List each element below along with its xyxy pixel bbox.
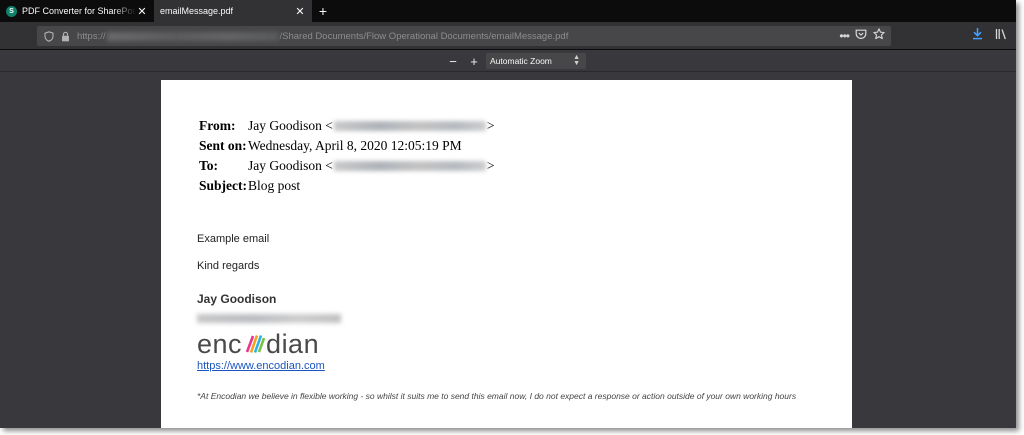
address-bar[interactable]: https:// /Shared Documents/Flow Operatio… [37, 26, 891, 46]
sent-label: Sent on: [199, 138, 247, 153]
redacted-to-email [333, 161, 486, 171]
navigation-bar: https:// /Shared Documents/Flow Operatio… [0, 22, 1016, 50]
tab-pdf-converter[interactable]: S PDF Converter for SharePoint C ✕ [0, 0, 154, 22]
zoom-in-button[interactable]: + [466, 53, 482, 69]
url-scheme: https:// [77, 30, 106, 42]
close-tab-icon[interactable]: ✕ [136, 5, 148, 18]
to-name: Jay Goodison < [248, 158, 333, 173]
footer-disclaimer: *At Encodian we believe in flexible work… [197, 391, 797, 401]
email-to-row: To: Jay Goodison < > [199, 158, 495, 174]
lock-icon[interactable] [57, 26, 73, 46]
tab-title: PDF Converter for SharePoint C [22, 6, 136, 16]
zoom-select[interactable]: Automatic Zoom ▲ ▼ [486, 53, 586, 69]
from-name: Jay Goodison < [248, 118, 333, 133]
body-line-2: Kind regards [197, 260, 260, 272]
subject-label: Subject: [199, 178, 247, 193]
more-actions-icon[interactable]: ••• [839, 30, 850, 42]
to-close-bracket: > [486, 158, 495, 173]
pdf-toolbar: − + Automatic Zoom ▲ ▼ [0, 50, 1016, 72]
close-tab-icon[interactable]: ✕ [294, 5, 306, 18]
sent-value: Wednesday, April 8, 2020 12:05:19 PM [248, 138, 462, 153]
redacted-from-email [333, 121, 486, 131]
to-label: To: [199, 158, 219, 173]
tab-title: emailMessage.pdf [160, 6, 234, 16]
zoom-out-button[interactable]: − [445, 53, 461, 69]
sharepoint-favicon-icon: S [6, 5, 17, 17]
redacted-host [106, 31, 279, 41]
select-arrows-icon: ▲ ▼ [573, 54, 580, 67]
email-from-row: From: Jay Goodison < > [199, 118, 495, 134]
logo-text-right: dian [266, 329, 320, 359]
new-tab-button[interactable]: + [312, 0, 334, 22]
library-icon[interactable] [995, 27, 1008, 45]
email-sent-row: Sent on: Wednesday, April 8, 2020 12:05:… [199, 138, 462, 154]
url-path: /Shared Documents/Flow Operational Docum… [279, 30, 569, 42]
tab-strip: S PDF Converter for SharePoint C ✕ email… [0, 0, 1016, 22]
pdf-page: From: Jay Goodison < > Sent on: Wednesda… [161, 80, 852, 428]
body-line-1: Example email [197, 233, 270, 245]
pdf-viewer[interactable]: From: Jay Goodison < > Sent on: Wednesda… [0, 72, 1016, 428]
pocket-icon[interactable] [855, 27, 867, 45]
redacted-signature-email [197, 314, 341, 323]
browser-window: S PDF Converter for SharePoint C ✕ email… [0, 0, 1016, 428]
page-actions: ••• [839, 26, 885, 46]
url-text[interactable]: https:// /Shared Documents/Flow Operatio… [77, 31, 568, 42]
logo-text-left: enc [197, 329, 243, 359]
toolbar-right [972, 26, 1008, 46]
shield-icon[interactable] [41, 26, 57, 46]
encodian-logo-mark-icon [245, 335, 266, 353]
subject-value: Blog post [248, 178, 301, 193]
from-label: From: [199, 118, 236, 133]
website-link[interactable]: https://www.encodian.com [197, 360, 325, 372]
download-icon[interactable] [972, 27, 983, 45]
tab-email-message[interactable]: emailMessage.pdf ✕ [154, 0, 312, 22]
from-close-bracket: > [486, 118, 495, 133]
zoom-select-label: Automatic Zoom [490, 56, 552, 66]
bookmark-star-icon[interactable] [873, 27, 885, 45]
email-subject-row: Subject: Blog post [199, 178, 300, 194]
signature-name: Jay Goodison [197, 292, 277, 306]
encodian-logo: enc dian [197, 330, 319, 358]
